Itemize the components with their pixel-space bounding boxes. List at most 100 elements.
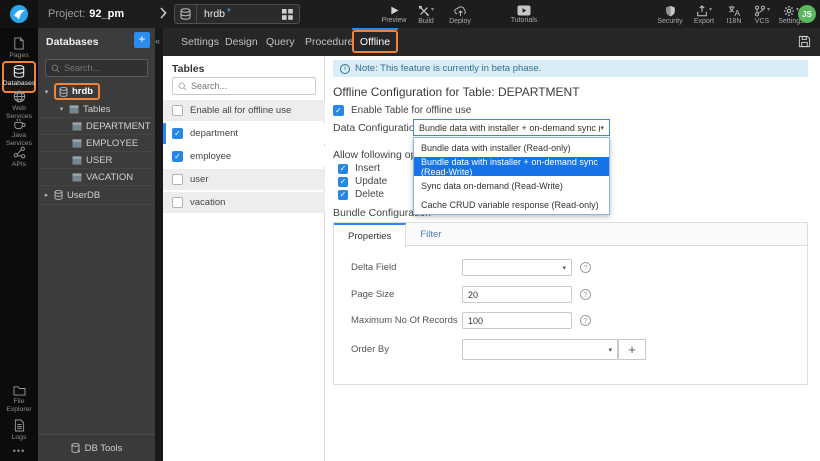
play-icon bbox=[389, 5, 400, 16]
sidebar-item-apis[interactable]: APIs bbox=[0, 146, 38, 169]
build-tools-icon bbox=[418, 5, 430, 17]
insert-checkbox[interactable] bbox=[338, 163, 348, 174]
caret-right-icon: ▸ bbox=[44, 192, 49, 199]
sidebar-item-java-services[interactable]: Java Services bbox=[0, 117, 38, 148]
field-row-delta-field: Delta Field ▾ bbox=[334, 259, 807, 276]
help-icon[interactable] bbox=[580, 262, 591, 273]
delta-field-select[interactable]: ▾ bbox=[462, 259, 572, 276]
tab-filter[interactable]: Filter bbox=[406, 223, 455, 246]
help-icon[interactable] bbox=[580, 289, 591, 300]
table-checkbox[interactable] bbox=[172, 174, 183, 185]
tab-properties[interactable]: Properties bbox=[334, 223, 407, 247]
data-configuration-select[interactable]: Bundle data with installer + on-demand s… bbox=[413, 119, 610, 136]
tab-settings[interactable]: Settings bbox=[181, 28, 219, 56]
coffee-icon bbox=[13, 117, 26, 130]
sidebar-item-file-explorer[interactable]: File Explorer bbox=[0, 385, 38, 414]
sidebar-item-pages[interactable]: Pages bbox=[0, 37, 38, 60]
tab-query[interactable]: Query bbox=[266, 28, 295, 56]
log-document-icon bbox=[14, 419, 25, 432]
collapse-panel-icon[interactable]: « bbox=[155, 36, 160, 46]
database-search[interactable] bbox=[45, 59, 148, 77]
table-icon bbox=[69, 104, 79, 114]
tree-node-table[interactable]: EMPLOYEE bbox=[38, 135, 155, 152]
bundle-configuration-panel: Properties Filter Delta Field ▾ Page Siz… bbox=[333, 222, 808, 385]
operation-delete[interactable]: Delete bbox=[338, 189, 384, 200]
build-button[interactable]: ▾ Build bbox=[410, 1, 442, 28]
max-records-input[interactable] bbox=[468, 315, 566, 326]
tab-offline[interactable]: Offline bbox=[352, 30, 398, 53]
chevron-down-icon: ▾ bbox=[430, 6, 434, 13]
user-avatar[interactable]: JS bbox=[798, 5, 816, 23]
enable-all-checkbox[interactable] bbox=[172, 105, 183, 116]
search-input[interactable] bbox=[191, 81, 310, 91]
table-checkbox[interactable] bbox=[172, 151, 183, 162]
dropdown-option-selected[interactable]: Bundle data with installer + on-demand s… bbox=[414, 157, 609, 177]
sidebar-item-databases[interactable]: Databases bbox=[2, 61, 36, 94]
order-by-select[interactable]: ▾ bbox=[462, 339, 618, 360]
help-icon[interactable] bbox=[580, 315, 591, 326]
add-database-button[interactable]: + bbox=[134, 32, 150, 48]
tree-node-table[interactable]: DEPARTMENT bbox=[38, 118, 155, 135]
search-input[interactable] bbox=[64, 63, 142, 73]
table-row-department[interactable]: department bbox=[163, 123, 325, 144]
app-logo[interactable] bbox=[0, 0, 38, 28]
dropdown-option[interactable]: Cache CRUD variable response (Read-only) bbox=[414, 195, 609, 214]
tutorials-button[interactable]: Tutorials bbox=[503, 1, 545, 28]
gear-icon bbox=[783, 5, 795, 17]
enable-table-row[interactable]: Enable Table for offline use bbox=[333, 105, 471, 116]
table-checkbox[interactable] bbox=[172, 128, 183, 139]
add-order-by-button[interactable]: + bbox=[618, 339, 646, 360]
dropdown-option[interactable]: Bundle data with installer (Read-only) bbox=[414, 138, 609, 157]
tree-node-table[interactable]: VACATION bbox=[38, 169, 155, 186]
branch-icon bbox=[754, 5, 766, 17]
workspace-tab-label: hrdb bbox=[204, 8, 226, 20]
delete-checkbox[interactable] bbox=[338, 189, 348, 200]
project-name: Project: 92_pm bbox=[48, 8, 125, 20]
dropdown-option[interactable]: Sync data on-demand (Read-Write) bbox=[414, 176, 609, 195]
security-button[interactable]: Security bbox=[652, 1, 688, 28]
i18n-button[interactable]: A I18N bbox=[720, 1, 748, 28]
database-tree: ▾ hrdb ▾ Tables DEPARTMENT EMPLOYEE USER… bbox=[38, 82, 155, 205]
globe-icon bbox=[13, 90, 26, 103]
db-tools-button[interactable]: DB Tools bbox=[38, 434, 155, 461]
field-row-order-by: Order By ▾ + bbox=[334, 339, 807, 360]
dashboard-grid-icon[interactable] bbox=[282, 8, 299, 20]
tree-node-table[interactable]: USER bbox=[38, 152, 155, 169]
preview-button[interactable]: Preview bbox=[378, 1, 410, 28]
update-checkbox[interactable] bbox=[338, 176, 348, 187]
wavemaker-logo-icon bbox=[9, 4, 29, 24]
tab-design[interactable]: Design bbox=[225, 28, 258, 56]
operation-insert[interactable]: Insert bbox=[338, 163, 380, 174]
more-options-icon[interactable]: ••• bbox=[0, 446, 38, 456]
vcs-button[interactable]: ▾ VCS bbox=[748, 1, 776, 28]
enable-all-row[interactable]: Enable all for offline use bbox=[163, 100, 325, 121]
folder-icon bbox=[13, 385, 26, 396]
table-row-vacation[interactable]: vacation bbox=[163, 192, 325, 213]
table-icon bbox=[72, 138, 82, 148]
workspace-tab-hrdb[interactable]: hrdb * bbox=[174, 4, 300, 24]
table-row-employee[interactable]: employee bbox=[163, 146, 325, 167]
enable-table-checkbox[interactable] bbox=[333, 105, 344, 116]
sidebar-item-logs[interactable]: Logs bbox=[0, 419, 38, 442]
annotation-highlight: hrdb bbox=[54, 83, 101, 100]
save-icon[interactable] bbox=[798, 35, 811, 48]
tab-procedure[interactable]: Procedure bbox=[305, 28, 353, 56]
tree-node-hrdb[interactable]: ▾ hrdb bbox=[38, 82, 155, 101]
page-size-input[interactable] bbox=[468, 289, 566, 300]
offline-config-main: Note: This feature is currently in beta … bbox=[326, 56, 820, 461]
page-title: Offline Configuration for Table: DEPARTM… bbox=[333, 85, 580, 99]
caret-down-icon: ▾ bbox=[608, 346, 612, 354]
table-checkbox[interactable] bbox=[172, 197, 183, 208]
deploy-button[interactable]: Deploy bbox=[442, 1, 478, 28]
bundle-tabs: Properties Filter bbox=[334, 223, 807, 247]
tree-node-tables-group[interactable]: ▾ Tables bbox=[38, 101, 155, 118]
database-icon bbox=[13, 65, 25, 78]
database-icon bbox=[54, 190, 63, 200]
operation-update[interactable]: Update bbox=[338, 176, 387, 187]
table-row-user[interactable]: user bbox=[163, 169, 325, 190]
db-tools-icon bbox=[71, 443, 80, 453]
export-button[interactable]: ▾ Export bbox=[688, 1, 720, 28]
database-icon bbox=[175, 5, 197, 23]
tables-search[interactable] bbox=[172, 77, 316, 95]
tree-node-userdb[interactable]: ▸ UserDB bbox=[38, 186, 155, 205]
